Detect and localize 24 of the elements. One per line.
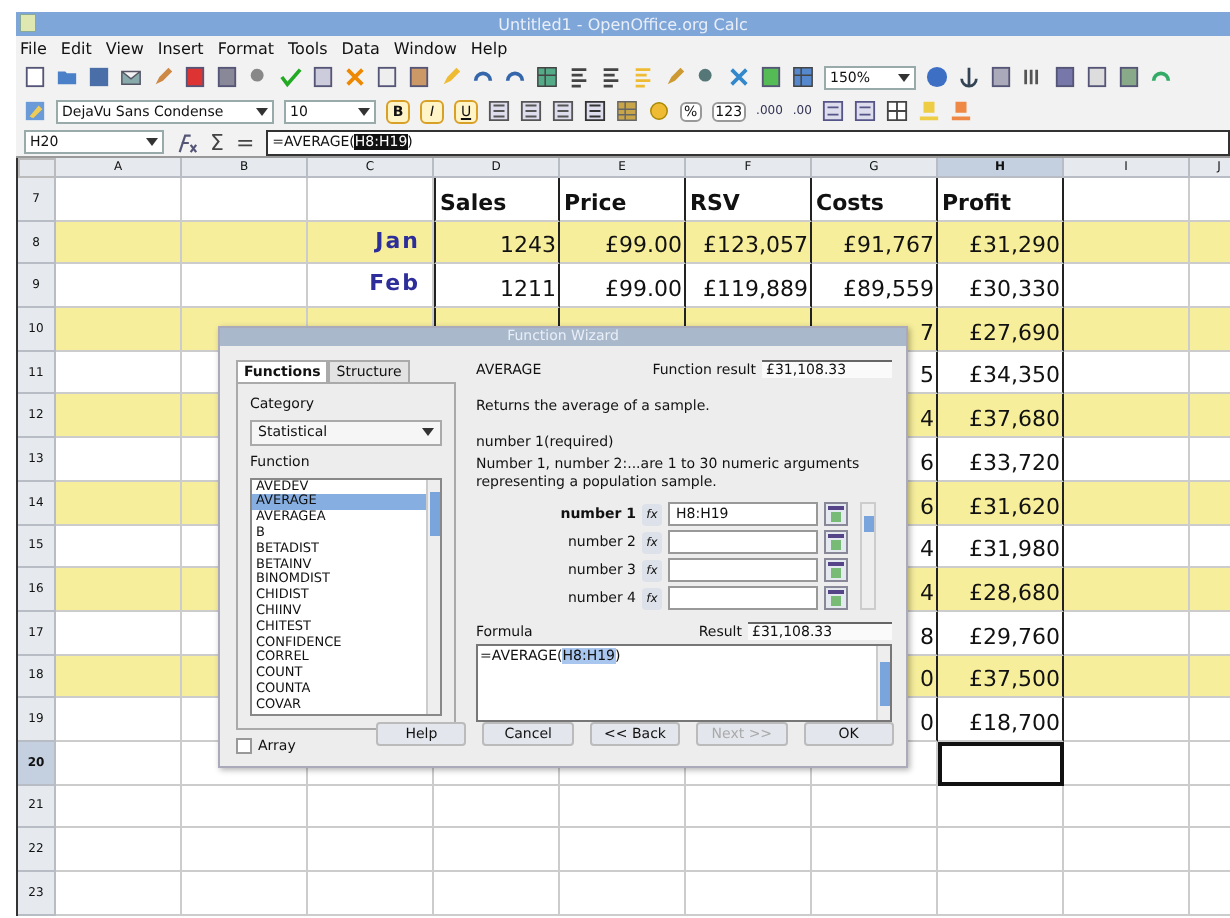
table-cell: £91,767 [812,221,938,265]
menu-item[interactable]: Help [470,39,508,57]
table-cell: £31,620 [938,481,1064,525]
table-cell: £99.00 [560,221,686,265]
table-cell: £31,290 [938,221,1064,265]
menu-item[interactable]: File [20,39,47,57]
menu-item[interactable]: Tools [288,39,328,57]
table-cell: £18,700 [938,698,1064,742]
menu-item[interactable]: View [105,39,144,57]
table-cell: 1243 [434,221,560,265]
function-button[interactable]: = [235,129,255,155]
table-cell: £123,057 [686,221,812,265]
table-cell: £37,500 [938,655,1064,699]
table-cell: Jan [308,221,434,265]
window-title: Untitled1 - OpenOffice.org Calc [498,15,748,33]
sum-button[interactable]: Σ [210,129,224,155]
menu-item[interactable]: Format [217,39,275,57]
menu-item[interactable]: Data [341,39,380,57]
table-cell: £28,680 [938,568,1064,612]
menu-item[interactable]: Window [393,39,457,57]
menu-item[interactable]: Insert [157,39,204,57]
menu-item[interactable]: Edit [60,39,92,57]
table-cell: £37,680 [938,394,1064,439]
table-cell: £27,690 [938,308,1064,352]
